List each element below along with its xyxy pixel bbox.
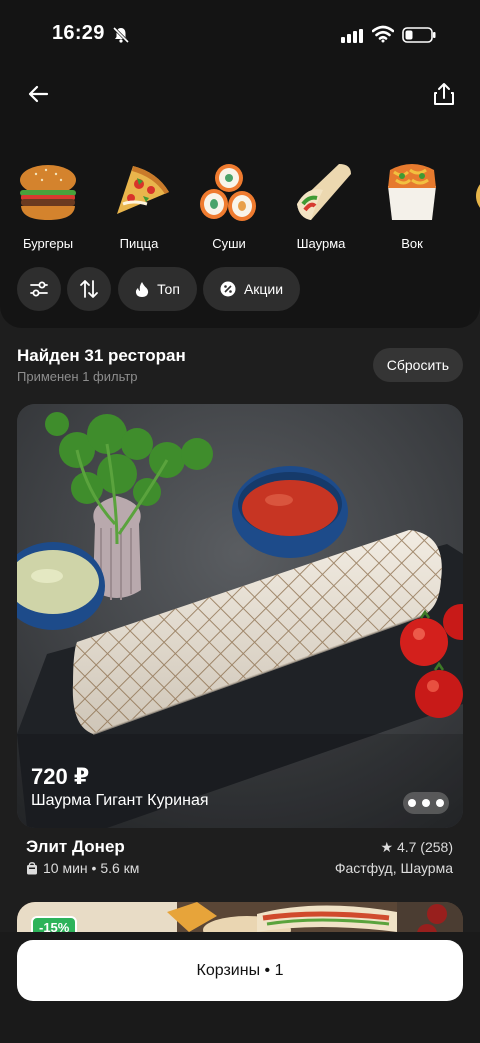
category-burgers[interactable]: Бургеры	[8, 160, 88, 251]
arrow-left-icon	[28, 85, 49, 103]
filter-top-label: Топ	[157, 281, 180, 297]
restaurant-rating: ★ 4.7 (258)	[380, 839, 453, 855]
gallery-dot	[408, 799, 416, 807]
delivery-info: 10 мин • 5.6 км	[26, 860, 139, 876]
category-label: Вок	[401, 236, 423, 251]
filter-top-chip[interactable]: Топ	[118, 267, 197, 311]
category-sushi[interactable]: Суши	[189, 160, 269, 251]
filter-settings-button[interactable]	[17, 267, 61, 311]
wok-icon	[380, 160, 444, 224]
bag-icon	[27, 861, 37, 874]
signal-icon	[341, 29, 363, 48]
category-label: Суши	[212, 236, 246, 251]
category-label: Бургеры	[22, 236, 74, 251]
sliders-icon	[30, 281, 48, 297]
category-label: Пицца	[119, 236, 159, 251]
burger-icon	[16, 160, 80, 224]
sort-button[interactable]	[67, 267, 111, 311]
reset-filters-button[interactable]: Сбросить	[372, 348, 463, 382]
category-carousel[interactable]: Бургеры Пицца Суши Шаурма Вок	[0, 160, 480, 260]
category-shawarma[interactable]: Шаурма	[281, 160, 361, 251]
bottom-bar: Корзины • 1	[0, 932, 480, 1043]
shawarma-icon	[289, 160, 353, 224]
category-partial[interactable]	[462, 160, 480, 224]
bell-muted-icon	[112, 26, 130, 49]
category-wok[interactable]: Вок	[372, 160, 452, 251]
share-button[interactable]	[428, 78, 460, 110]
delivery-text: 10 мин • 5.6 км	[43, 860, 140, 876]
gallery-dot	[422, 799, 430, 807]
dish-name: Шаурма Гигант Куриная	[31, 792, 209, 809]
back-button[interactable]	[22, 78, 54, 110]
fire-icon	[135, 281, 149, 297]
filter-promo-label: Акции	[243, 281, 284, 297]
restaurant-card-image[interactable]: 720 ₽ Шаурма Гигант Куриная	[17, 404, 463, 828]
category-pizza[interactable]: Пицца	[99, 160, 179, 251]
gallery-dots[interactable]	[403, 792, 449, 814]
sushi-icon	[197, 160, 261, 224]
cart-button[interactable]: Корзины • 1	[17, 940, 463, 1001]
share-icon	[434, 83, 454, 105]
restaurant-cuisine: Фастфуд, Шаурма	[334, 860, 453, 876]
dish-price: 720 ₽	[31, 764, 90, 789]
food-icon	[470, 160, 480, 224]
status-bar: 16:29	[0, 0, 480, 70]
results-subtitle: Применен 1 фильтр	[17, 369, 138, 384]
status-time: 16:29	[52, 22, 105, 44]
category-label: Шаурма	[296, 236, 346, 251]
restaurant-name[interactable]: Элит Донер	[26, 837, 125, 857]
battery-icon	[402, 27, 436, 48]
sort-arrows-icon	[80, 280, 98, 298]
results-header: Найден 31 ресторан Применен 1 фильтр Сбр…	[17, 346, 463, 390]
wifi-icon	[371, 25, 395, 48]
pizza-icon	[107, 160, 171, 224]
results-title: Найден 31 ресторан	[17, 346, 186, 365]
gallery-dot	[436, 799, 444, 807]
percent-badge-icon	[220, 281, 236, 297]
filter-promo-chip[interactable]: Акции	[203, 267, 300, 311]
